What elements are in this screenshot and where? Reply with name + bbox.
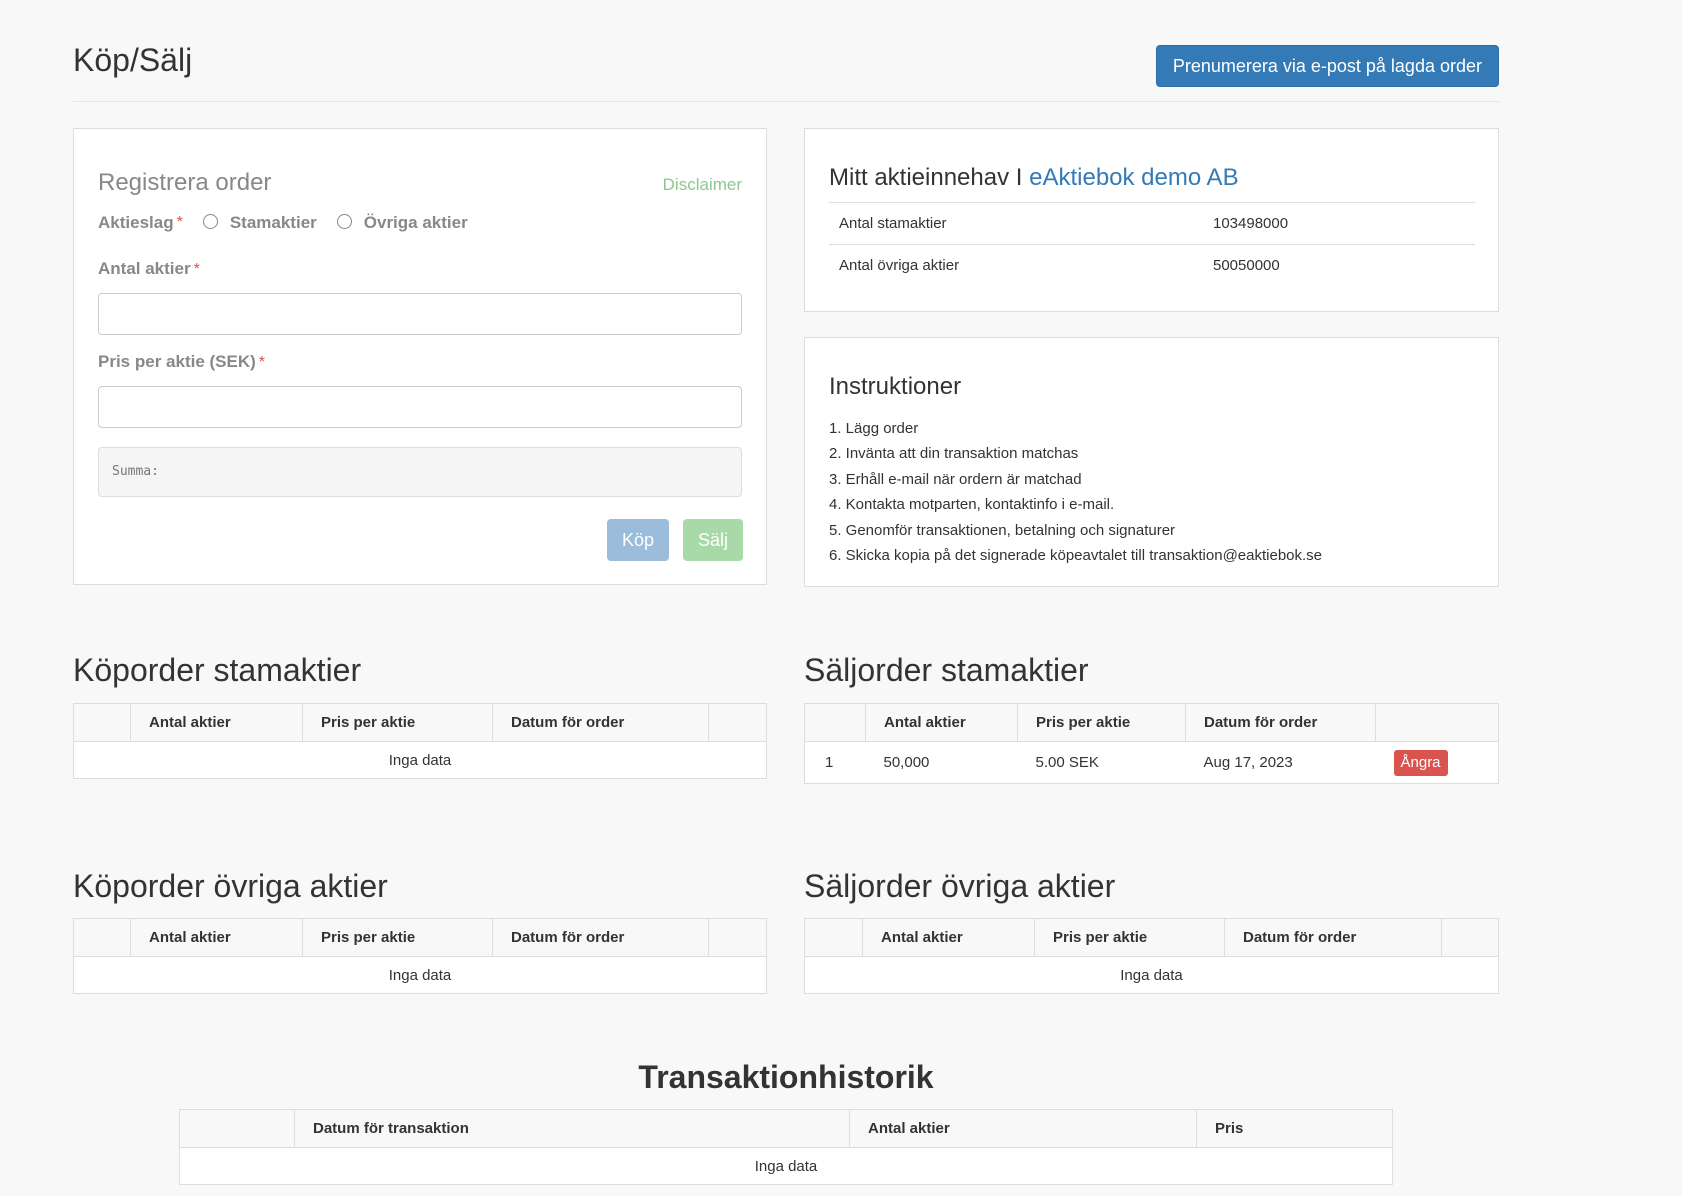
aktieslag-label: Aktieslag xyxy=(98,213,174,232)
holdings-title-prefix: Mitt aktieinnehav I xyxy=(829,164,1030,191)
instructions-title: Instruktioner xyxy=(829,373,962,400)
holdings-label: Antal övriga aktier xyxy=(829,244,1213,287)
antal-column-header[interactable]: Antal aktier xyxy=(865,703,1018,742)
sell-ovriga-table: Antal aktier Pris per aktie Datum för or… xyxy=(804,918,1499,994)
index-column-header xyxy=(804,918,863,957)
holdings-value: 103498000 xyxy=(1213,202,1475,245)
history-title: Transaktionhistorik xyxy=(638,1059,934,1095)
holdings-table: Antal stamaktier 103498000 Antal övriga … xyxy=(829,202,1475,287)
pris-column-header[interactable]: Pris per aktie xyxy=(1017,703,1186,742)
datum-column-header[interactable]: Datum för order xyxy=(492,703,709,742)
ovriga-aktier-radio-label[interactable]: Övriga aktier xyxy=(364,213,468,233)
index-column-header xyxy=(179,1109,295,1148)
row-index: 1 xyxy=(804,741,866,784)
action-column-header xyxy=(1375,703,1499,742)
table-header-row: Antal aktier Pris per aktie Datum för or… xyxy=(73,703,767,742)
no-data-cell: Inga data xyxy=(73,956,767,994)
sell-ovriga-title: Säljorder övriga aktier xyxy=(804,868,1116,904)
row-action-cell: Ångra xyxy=(1375,741,1499,784)
row-datum: Aug 17, 2023 xyxy=(1185,741,1376,784)
pris-column-header[interactable]: Pris per aktie xyxy=(302,703,493,742)
company-name-link[interactable]: eAktiebok demo AB xyxy=(1029,164,1238,191)
holdings-row: Antal stamaktier 103498000 xyxy=(829,202,1475,245)
no-data-cell: Inga data xyxy=(73,741,767,779)
table-row: Inga data xyxy=(804,956,1499,994)
pris-per-aktie-label: Pris per aktie (SEK) xyxy=(98,352,256,371)
holdings-value: 50050000 xyxy=(1213,244,1475,287)
sell-stam-title: Säljorder stamaktier xyxy=(804,652,1089,688)
antal-column-header[interactable]: Antal aktier xyxy=(130,703,303,742)
undo-order-button[interactable]: Ångra xyxy=(1393,749,1448,776)
datum-transaktion-column-header[interactable]: Datum för transaktion xyxy=(294,1109,850,1148)
antal-column-header[interactable]: Antal aktier xyxy=(130,918,303,957)
buy-stam-table: Antal aktier Pris per aktie Datum för or… xyxy=(73,703,767,779)
buy-ovriga-title: Köporder övriga aktier xyxy=(73,868,388,904)
antal-column-header[interactable]: Antal aktier xyxy=(849,1109,1197,1148)
required-mark: * xyxy=(258,354,266,371)
datum-column-header[interactable]: Datum för order xyxy=(492,918,709,957)
instruction-item: 2. Invänta att din transaktion matchas xyxy=(829,445,1079,463)
holdings-title: Mitt aktieinnehav I eAktiebok demo AB xyxy=(829,164,1239,192)
sell-button[interactable]: Sälj xyxy=(683,519,743,561)
pris-per-aktie-label-row: Pris per aktie (SEK) * xyxy=(98,352,265,372)
holdings-panel: Mitt aktieinnehav I eAktiebok demo AB An… xyxy=(804,128,1499,312)
history-table: Datum för transaktion Antal aktier Pris … xyxy=(179,1109,1393,1185)
no-data-cell: Inga data xyxy=(804,956,1499,994)
pris-per-aktie-input[interactable] xyxy=(98,386,742,428)
sell-stam-table: Antal aktier Pris per aktie Datum för or… xyxy=(804,703,1499,784)
stamaktier-radio-label[interactable]: Stamaktier xyxy=(230,213,317,233)
table-header-row: Antal aktier Pris per aktie Datum för or… xyxy=(804,703,1499,742)
register-order-title: Registrera order xyxy=(98,169,272,196)
table-header-row: Antal aktier Pris per aktie Datum för or… xyxy=(804,918,1499,957)
action-column-header xyxy=(708,703,767,742)
table-row: Inga data xyxy=(73,956,767,994)
buy-stam-title: Köporder stamaktier xyxy=(73,652,362,688)
row-antal: 50,000 xyxy=(865,741,1018,784)
instruction-item: 1. Lägg order xyxy=(829,420,919,437)
pris-column-header[interactable]: Pris per aktie xyxy=(302,918,493,957)
instruction-item: 6. Skicka kopia på det signerade köpeavt… xyxy=(829,547,1323,565)
holdings-row: Antal övriga aktier 50050000 xyxy=(829,244,1475,287)
antal-column-header[interactable]: Antal aktier xyxy=(862,918,1035,957)
required-mark: * xyxy=(176,214,183,231)
stamaktier-radio[interactable] xyxy=(202,213,218,229)
page-title: Köp/Sälj xyxy=(73,42,193,78)
datum-column-header[interactable]: Datum för order xyxy=(1224,918,1442,957)
page-header: Köp/Sälj Prenumerera via e-post på lagda… xyxy=(73,40,1499,102)
instruction-item: 4. Kontakta motparten, kontaktinfo i e-m… xyxy=(829,496,1115,514)
disclaimer-link[interactable]: Disclaimer xyxy=(663,175,742,195)
instructions-panel: Instruktioner 1. Lägg order 2. Invänta a… xyxy=(804,337,1499,587)
table-header-row: Antal aktier Pris per aktie Datum för or… xyxy=(73,918,767,957)
ovriga-aktier-radio[interactable] xyxy=(336,213,352,229)
action-column-header xyxy=(708,918,767,957)
row-pris: 5.00 SEK xyxy=(1017,741,1186,784)
action-column-header xyxy=(1441,918,1499,957)
table-header-row: Datum för transaktion Antal aktier Pris xyxy=(179,1109,1393,1148)
datum-column-header[interactable]: Datum för order xyxy=(1185,703,1376,742)
pris-column-header[interactable]: Pris per aktie xyxy=(1034,918,1225,957)
table-row: Inga data xyxy=(73,741,767,779)
index-column-header xyxy=(73,918,131,957)
summa-display: Summa: xyxy=(98,447,742,497)
index-column-header xyxy=(73,703,131,742)
index-column-header xyxy=(804,703,866,742)
table-row: 1 50,000 5.00 SEK Aug 17, 2023 Ångra xyxy=(804,741,1499,784)
antal-aktier-label: Antal aktier xyxy=(98,259,191,278)
register-order-panel: Registrera order Disclaimer Aktieslag * S… xyxy=(73,128,767,585)
pris-column-header[interactable]: Pris xyxy=(1196,1109,1393,1148)
antal-aktier-input[interactable] xyxy=(98,293,742,335)
instruction-item: 3. Erhåll e-mail när ordern är matchad xyxy=(829,470,1082,488)
instructions-list: 1. Lägg order 2. Invänta att din transak… xyxy=(829,416,1322,568)
holdings-label: Antal stamaktier xyxy=(829,202,1213,245)
buy-button[interactable]: Köp xyxy=(607,519,669,561)
buy-ovriga-table: Antal aktier Pris per aktie Datum för or… xyxy=(73,918,767,994)
antal-aktier-label-row: Antal aktier * xyxy=(98,259,200,279)
required-mark: * xyxy=(193,261,200,278)
aktieslag-row: Aktieslag * Stamaktier Övriga aktier xyxy=(98,213,468,233)
subscribe-email-button[interactable]: Prenumerera via e-post på lagda order xyxy=(1155,45,1499,87)
table-row: Inga data xyxy=(179,1147,1393,1185)
instruction-item: 5. Genomför transaktionen, betalning och… xyxy=(829,521,1176,539)
no-data-cell: Inga data xyxy=(179,1147,1393,1185)
